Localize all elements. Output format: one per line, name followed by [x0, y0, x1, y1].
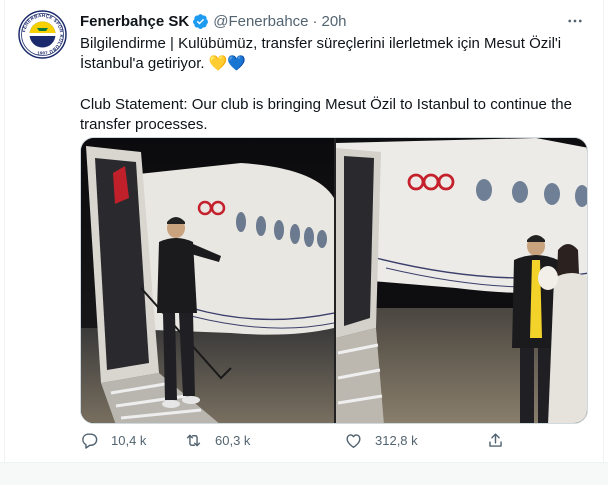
- tweet-media[interactable]: [80, 137, 588, 424]
- photo-right[interactable]: [336, 138, 587, 423]
- retweet-button[interactable]: 60,3 k: [184, 431, 250, 450]
- tweet-actions: 10,4 k 60,3 k 312,8 k: [80, 431, 502, 451]
- tweet-text-english: Club Statement: Our club is bringing Mes…: [80, 96, 572, 133]
- more-options-button[interactable]: [562, 10, 588, 32]
- more-dots-icon: [568, 19, 582, 23]
- tweet-header: Fenerbahçe SK @Fenerbahce · 20h: [80, 11, 347, 31]
- fenerbahce-logo: FENERBAHÇE SPOR KULÜBÜ 1907: [18, 10, 67, 59]
- separator-dot: ·: [312, 12, 318, 30]
- share-icon: [489, 433, 502, 447]
- share-button[interactable]: [486, 431, 505, 450]
- like-button[interactable]: 312,8 k: [344, 431, 418, 450]
- timeline-border-left: [4, 0, 5, 470]
- timeline-border-right: [603, 0, 604, 470]
- timeline-gap: [0, 462, 608, 485]
- reply-icon: [82, 433, 98, 449]
- tweet-text: Bilgilendirme | Kulübümüz, transfer süre…: [80, 34, 590, 135]
- tweet-text-turkish: Bilgilendirme | Kulübümüz, transfer süre…: [80, 35, 562, 72]
- verified-badge-icon: [192, 13, 209, 30]
- heart-icon: [346, 434, 361, 448]
- retweet-count: 60,3 k: [215, 433, 251, 448]
- tweet-timestamp[interactable]: 20h: [322, 13, 347, 30]
- reply-button[interactable]: 10,4 k: [80, 431, 146, 450]
- like-count: 312,8 k: [375, 433, 418, 448]
- heart-emojis: 💛💙: [208, 55, 246, 72]
- avatar[interactable]: FENERBAHÇE SPOR KULÜBÜ 1907: [18, 10, 67, 59]
- retweet-icon: [186, 434, 201, 447]
- reply-count: 10,4 k: [111, 433, 147, 448]
- display-name[interactable]: Fenerbahçe SK: [80, 13, 189, 30]
- user-handle[interactable]: @Fenerbahce: [213, 13, 308, 30]
- photo-left[interactable]: [81, 138, 335, 423]
- svg-text:1907: 1907: [37, 51, 48, 56]
